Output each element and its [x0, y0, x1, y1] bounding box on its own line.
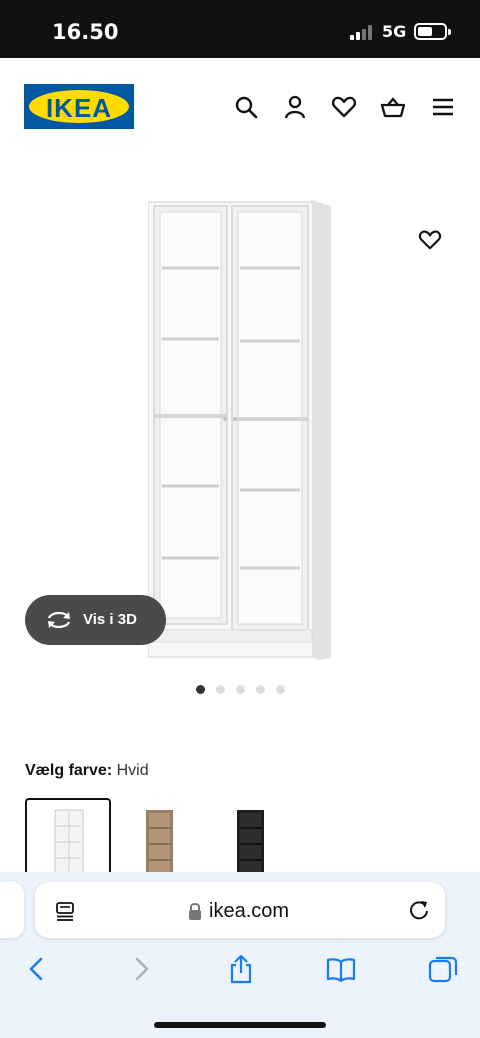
forward-icon[interactable]	[126, 954, 156, 984]
color-label-text: Vælg farve:	[25, 762, 113, 779]
basket-icon[interactable]	[380, 94, 406, 120]
pagination-dot-active[interactable]	[196, 685, 205, 694]
color-swatch-black[interactable]	[208, 798, 294, 878]
status-bar: 16.50 5G	[0, 0, 480, 58]
color-selected-value: Hvid	[116, 762, 149, 779]
home-indicator	[154, 1022, 326, 1028]
color-select-label: Vælg farve: Hvid	[25, 762, 149, 780]
color-swatch-white[interactable]	[25, 798, 111, 878]
network-type: 5G	[382, 22, 407, 41]
color-swatch-oak[interactable]	[117, 798, 203, 878]
pagination-dot[interactable]	[256, 685, 265, 694]
heart-icon[interactable]	[331, 94, 357, 120]
product-image	[148, 200, 331, 660]
page-menu-icon[interactable]	[55, 900, 77, 922]
menu-icon[interactable]	[430, 94, 456, 120]
favorite-heart-icon[interactable]	[418, 228, 442, 252]
address-bar[interactable]: ikea.com	[35, 882, 445, 938]
bookmarks-icon[interactable]	[326, 954, 356, 984]
pagination-dot[interactable]	[216, 685, 225, 694]
view-3d-label: Vis i 3D	[83, 611, 137, 628]
search-icon[interactable]	[233, 94, 259, 120]
battery-icon	[414, 23, 451, 40]
pagination-dot[interactable]	[276, 685, 285, 694]
user-icon[interactable]	[282, 94, 308, 120]
lock-icon	[187, 901, 203, 921]
pagination-dot[interactable]	[236, 685, 245, 694]
browser-toolbar: ikea.com	[0, 872, 480, 1038]
ikea-logo[interactable]: IKEA	[24, 84, 134, 129]
share-icon[interactable]	[226, 954, 256, 984]
previous-tab-preview[interactable]	[0, 882, 24, 938]
url-text: ikea.com	[209, 900, 290, 922]
rotate-3d-icon	[45, 608, 73, 632]
logo-text: IKEA	[45, 93, 113, 123]
signal-icon	[350, 24, 376, 40]
site-header: IKEA	[0, 58, 480, 158]
reload-icon[interactable]	[407, 898, 431, 922]
view-3d-button[interactable]: Vis i 3D	[25, 595, 166, 645]
status-time: 16.50	[52, 20, 119, 44]
product-gallery[interactable]: Vis i 3D	[0, 160, 480, 720]
back-icon[interactable]	[22, 954, 52, 984]
tabs-icon[interactable]	[428, 954, 458, 984]
